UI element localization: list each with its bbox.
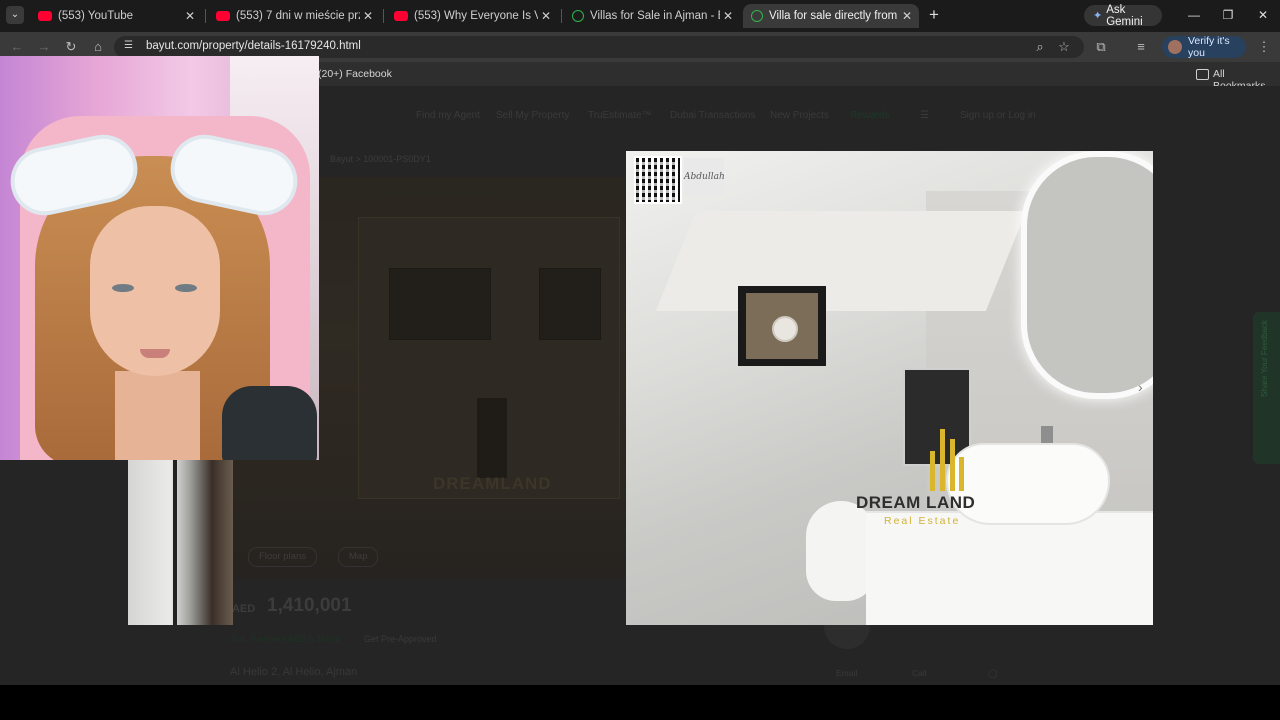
tab-title: (553) Why Everyone Is Visiting xyxy=(414,10,538,22)
tab-separator xyxy=(205,9,206,23)
property-location: Al Helio 2, Al Helio, Ajman xyxy=(230,666,358,678)
folder-icon xyxy=(1196,69,1209,80)
feedback-label: Share Your Feedback xyxy=(1260,320,1269,397)
youtube-icon xyxy=(38,11,52,21)
youtube-icon xyxy=(216,11,230,21)
house-exterior xyxy=(358,217,620,499)
price-value: 1,410,001 xyxy=(267,595,352,616)
webcam-overlay xyxy=(0,56,319,460)
close-icon[interactable]: ✕ xyxy=(899,9,915,23)
forward-icon[interactable]: → xyxy=(36,39,52,55)
bathroom-mirror xyxy=(1021,151,1153,399)
ask-gemini-button[interactable]: ✦ Ask Gemini xyxy=(1084,3,1162,28)
est-payment-link[interactable]: Est. Payment AED 5.4k/mo xyxy=(232,634,341,644)
nav-truestimate[interactable]: TruEstimate™ xyxy=(588,110,652,121)
tab-title: Villas for Sale in Ajman - Buy H xyxy=(590,10,720,22)
nav-login[interactable]: Sign up or Log in xyxy=(960,110,1036,121)
light-fixture xyxy=(772,316,798,342)
close-window-button[interactable]: ✕ xyxy=(1255,7,1271,23)
tab-youtube-video-2[interactable]: (553) Why Everyone Is Visiting ✕ xyxy=(386,4,558,28)
avatar xyxy=(1168,40,1182,54)
breadcrumb: Bayut > 100001-PS0DY1 xyxy=(330,154,431,164)
whatsapp-icon[interactable]: ◯ xyxy=(988,668,998,682)
close-icon[interactable]: ✕ xyxy=(538,9,554,23)
nav-sell-property[interactable]: Sell My Property xyxy=(496,110,569,121)
email-button[interactable]: Email xyxy=(836,668,857,682)
verify-label: Verify it's you xyxy=(1188,35,1230,59)
back-icon[interactable]: ← xyxy=(9,39,25,55)
bayut-icon xyxy=(572,10,584,22)
vanity-cabinet xyxy=(866,511,1153,625)
nav-rewards[interactable]: Rewards xyxy=(850,110,889,121)
url-text: bayut.com/property/details-16179240.html xyxy=(146,40,361,52)
feedback-side-tab[interactable]: Share Your Feedback xyxy=(1253,312,1280,464)
photo-watermark: DREAMLAND xyxy=(433,474,552,493)
restore-button[interactable]: ❐ xyxy=(1220,7,1236,23)
close-icon[interactable]: ✕ xyxy=(182,9,198,23)
tab-youtube-video-1[interactable]: (553) 7 dni w mieście przyszło ✕ xyxy=(208,4,380,28)
floor-plans-button[interactable]: Floor plans xyxy=(248,547,317,567)
headphone-ears xyxy=(4,128,304,222)
new-tab-button[interactable]: + xyxy=(926,6,942,24)
verify-profile-button[interactable]: Verify it's you xyxy=(1162,35,1246,59)
call-button[interactable]: Call xyxy=(912,668,927,682)
logo-subtitle: Real Estate xyxy=(884,515,961,527)
taskbar xyxy=(0,685,1280,720)
reading-list-icon[interactable]: ≡ xyxy=(1133,39,1149,55)
bookmark-facebook[interactable]: (20+) Facebook xyxy=(318,68,392,80)
site-info-icon[interactable]: ☰ xyxy=(124,40,136,52)
pre-approved-link[interactable]: Get Pre-Approved xyxy=(364,634,437,644)
tab-title: (553) 7 dni w mieście przyszło xyxy=(236,10,360,22)
close-icon[interactable]: ✕ xyxy=(360,9,376,23)
dreamland-logo-icon xyxy=(926,421,966,491)
nav-dubai-transactions[interactable]: Dubai Transactions xyxy=(670,110,756,121)
tab-separator xyxy=(561,9,562,23)
youtube-icon xyxy=(394,11,408,21)
tab-search-button[interactable]: ⌄ xyxy=(6,6,24,24)
close-icon[interactable]: ✕ xyxy=(720,9,736,23)
tab-separator xyxy=(383,9,384,23)
reload-icon[interactable]: ↻ xyxy=(63,39,79,55)
bookmark-star-icon[interactable]: ☆ xyxy=(1056,39,1072,55)
price-currency: AED xyxy=(232,603,256,615)
agent-logo xyxy=(824,625,870,649)
nav-new-projects[interactable]: New Projects xyxy=(770,110,829,121)
gallery-image[interactable]: Abdullah DREAM LAND Real Estate › xyxy=(626,151,1153,625)
next-image-icon[interactable]: › xyxy=(1138,379,1143,395)
map-button[interactable]: Map xyxy=(338,547,379,567)
tab-strip: ⌄ (553) YouTube ✕ (553) 7 dni w mieście … xyxy=(0,0,1280,32)
tab-bayut-villa-active[interactable]: Villa for sale directly from the o ✕ xyxy=(743,4,919,28)
zoom-icon[interactable]: ⌕ xyxy=(1032,39,1048,55)
ask-gemini-label: Ask Gemini xyxy=(1106,3,1143,28)
secondary-video-overlay xyxy=(128,460,233,625)
address-bar[interactable]: ☰ bayut.com/property/details-16179240.ht… xyxy=(114,36,1084,58)
nav-find-agent[interactable]: Find my Agent xyxy=(416,110,480,121)
tab-youtube[interactable]: (553) YouTube ✕ xyxy=(30,4,202,28)
tab-title: Villa for sale directly from the o xyxy=(769,10,899,22)
microphone xyxy=(222,386,317,460)
signature-stamp: Abdullah xyxy=(684,158,725,196)
tab-title: (553) YouTube xyxy=(58,10,134,22)
nav-menu-icon[interactable]: ☰ xyxy=(920,110,929,121)
gemini-icon: ✦ xyxy=(1093,10,1103,22)
tab-bayut-villas[interactable]: Villas for Sale in Ajman - Buy H ✕ xyxy=(564,4,740,28)
minimize-button[interactable]: — xyxy=(1186,7,1202,23)
bayut-icon xyxy=(751,10,763,22)
menu-kebab-icon[interactable]: ⋮ xyxy=(1256,39,1272,55)
logo-title: DREAM LAND xyxy=(856,493,976,512)
extensions-icon[interactable]: ⧉ xyxy=(1093,39,1109,55)
home-icon[interactable]: ⌂ xyxy=(90,39,106,55)
